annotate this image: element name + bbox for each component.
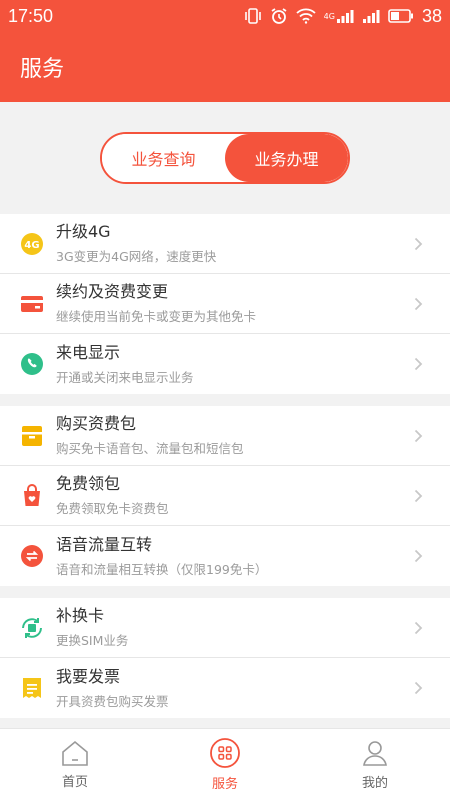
service-group-3: 补换卡 更换SIM业务 我要发票 开具资费包购买发票 <box>0 598 450 718</box>
chevron-right-icon <box>408 621 428 635</box>
item-title: 补换卡 <box>56 606 105 625</box>
app-header: 服务 <box>0 32 450 102</box>
chevron-right-icon <box>408 489 428 503</box>
chevron-right-icon <box>408 681 428 695</box>
item-title: 续约及资费变更 <box>56 282 169 301</box>
service-grid-icon <box>210 738 240 768</box>
item-subtitle: 语音和流量相互转换（仅限199免卡） <box>56 561 268 577</box>
battery-level: 38 <box>421 5 442 26</box>
item-title: 免费领包 <box>56 474 121 493</box>
list-item-caller-id[interactable]: 来电显示 开通或关闭来电显示业务 <box>0 334 450 394</box>
status-time: 17:50 <box>8 5 54 26</box>
item-title: 购买资费包 <box>56 414 137 433</box>
4g-icon: 4G <box>18 230 46 258</box>
chevron-right-icon <box>408 357 428 371</box>
segmented-control: 业务查询 业务办理 <box>100 132 350 184</box>
list-item-renew-tariff[interactable]: 续约及资费变更 继续使用当前免卡或变更为其他免卡 <box>0 274 450 334</box>
gift-bag-icon <box>18 482 46 510</box>
tab-service-label: 服务 <box>211 777 238 792</box>
list-item-voice-data-swap[interactable]: 语音流量互转 语音和流量相互转换（仅限199免卡） <box>0 526 450 586</box>
chevron-right-icon <box>408 237 428 251</box>
item-title: 来电显示 <box>56 342 121 362</box>
item-subtitle: 继续使用当前免卡或变更为其他免卡 <box>56 309 257 324</box>
sim-replace-icon <box>18 614 46 642</box>
vibrate-icon <box>244 8 262 24</box>
tab-business-handle[interactable]: 业务办理 <box>225 134 348 182</box>
user-icon <box>363 741 387 766</box>
package-icon <box>18 422 46 450</box>
service-group-2: 购买资费包 购买免卡语音包、流量包和短信包 免费领包 免费领取免卡资费包 语音流… <box>0 406 450 586</box>
home-icon <box>62 740 88 766</box>
list-item-buy-package[interactable]: 购买资费包 购买免卡语音包、流量包和短信包 <box>0 406 450 466</box>
page-title: 服务 <box>20 57 65 82</box>
status-bar: 17:50 4G 38 <box>0 0 450 32</box>
item-subtitle: 开具资费包购买发票 <box>56 693 169 709</box>
item-subtitle: 免费领取免卡资费包 <box>56 501 169 516</box>
tab-home-label: 首页 <box>61 775 88 790</box>
list-item-free-package[interactable]: 免费领包 免费领取免卡资费包 <box>0 466 450 526</box>
card-icon <box>18 290 46 318</box>
item-title: 升级4G <box>56 222 111 241</box>
tab-service[interactable]: 服务 <box>150 729 300 800</box>
item-subtitle: 购买免卡语音包、流量包和短信包 <box>56 441 244 456</box>
list-item-upgrade-4g[interactable]: 4G 升级4G 3G变更为4G网络，速度更快 <box>0 214 450 274</box>
wifi-icon <box>296 8 316 24</box>
signal-4g-icon: 4G <box>324 9 354 23</box>
tab-home[interactable]: 首页 <box>0 729 150 800</box>
item-subtitle: 更换SIM业务 <box>56 633 129 648</box>
chevron-right-icon <box>408 549 428 563</box>
bottom-tab-bar: 首页 服务 我的 <box>0 728 450 800</box>
service-group-1: 4G 升级4G 3G变更为4G网络，速度更快 续约及资费变更 继续使用当前免卡或… <box>0 214 450 394</box>
list-item-replace-sim[interactable]: 补换卡 更换SIM业务 <box>0 598 450 658</box>
alarm-icon <box>270 7 288 25</box>
chevron-right-icon <box>408 429 428 443</box>
item-title: 语音流量互转 <box>56 534 153 554</box>
svg-text:4G: 4G <box>24 240 39 251</box>
tab-mine[interactable]: 我的 <box>300 729 450 800</box>
status-icons: 4G 38 <box>244 6 442 27</box>
tab-mine-label: 我的 <box>361 776 388 791</box>
segment-area: 业务查询 业务办理 <box>0 102 450 214</box>
item-subtitle: 开通或关闭来电显示业务 <box>56 369 194 385</box>
signal-icon <box>362 9 380 23</box>
item-title: 我要发票 <box>56 666 121 686</box>
item-subtitle: 3G变更为4G网络，速度更快 <box>56 249 217 264</box>
chevron-right-icon <box>408 297 428 311</box>
list-item-invoice[interactable]: 我要发票 开具资费包购买发票 <box>0 658 450 718</box>
swap-icon <box>18 542 46 570</box>
network-type: 4G <box>323 11 335 21</box>
battery-icon <box>388 9 414 23</box>
tab-business-query[interactable]: 业务查询 <box>102 134 225 182</box>
invoice-icon <box>18 674 46 702</box>
phone-icon <box>18 350 46 378</box>
